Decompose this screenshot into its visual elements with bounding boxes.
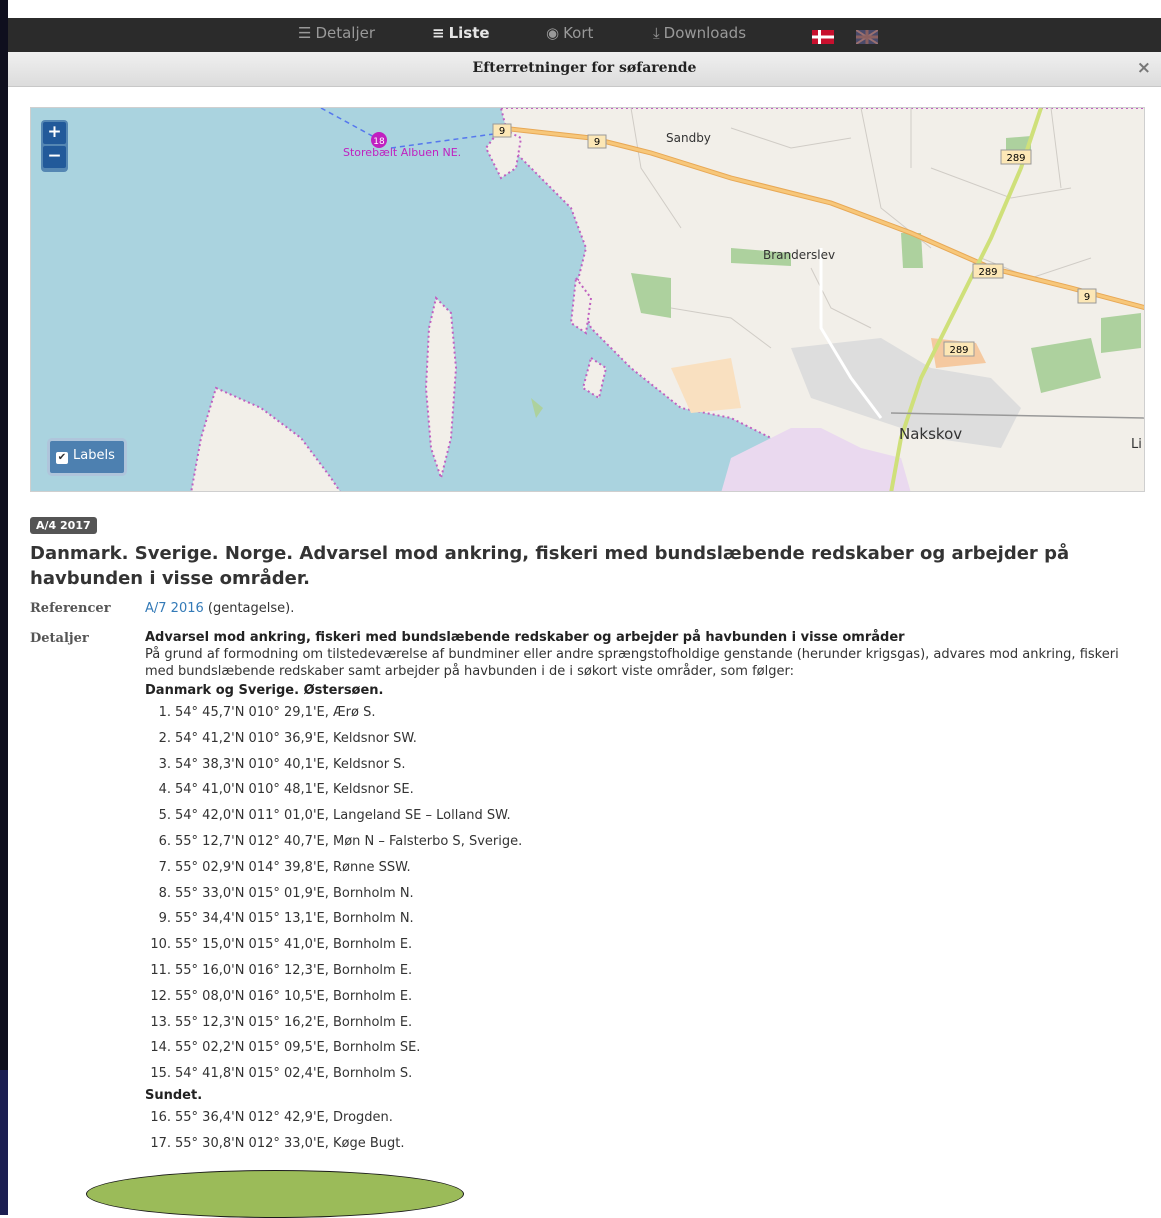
position-item: 14. 55° 02,2'N 015° 09,5'E, Bornholm SE.	[145, 1035, 1135, 1061]
position-number: 3.	[158, 756, 171, 772]
position-item: 12. 55° 08,0'N 016° 10,5'E, Bornholm E.	[145, 984, 1135, 1010]
place-label-branderslev: Branderslev	[763, 248, 835, 262]
position-number: 13.	[150, 1014, 171, 1030]
references-label: Referencer	[30, 601, 111, 616]
position-item: 8. 55° 33,0'N 015° 01,9'E, Bornholm N.	[145, 881, 1135, 907]
zoom-out-button[interactable]: −	[43, 146, 66, 168]
map-view[interactable]: 9 9 289 289 9 289 Sandby Branderslev Nak…	[30, 107, 1145, 492]
place-label-sandby: Sandby	[666, 131, 711, 145]
position-text: 54° 41,8'N 015° 02,4'E, Bornholm S.	[175, 1066, 413, 1082]
close-button[interactable]: ×	[1137, 58, 1151, 78]
notice-id-badge: A/4 2017	[30, 517, 97, 534]
position-item: 10. 55° 15,0'N 015° 41,0'E, Bornholm E.	[145, 932, 1135, 958]
position-item: 2. 54° 41,2'N 010° 36,9'E, Keldsnor SW.	[145, 726, 1135, 752]
list-detail-icon: ☰	[298, 24, 312, 42]
position-item: 6. 55° 12,7'N 012° 40,7'E, Møn N – Falste…	[145, 829, 1135, 855]
position-text: 55° 30,8'N 012° 33,0'E, Køge Bugt.	[175, 1135, 405, 1151]
position-item: 4. 54° 41,0'N 010° 48,1'E, Keldsnor SE.	[145, 777, 1135, 803]
notice-title: Danmark. Sverige. Norge. Advarsel mod an…	[30, 543, 1070, 589]
position-item: 9. 55° 34,4'N 015° 13,1'E, Bornholm N.	[145, 906, 1135, 932]
road-shield: 289	[949, 345, 968, 356]
positions-list: 1. 54° 45,7'N 010° 29,1'E, Ærø S. 2. 54° 41…	[145, 700, 1135, 1087]
position-number: 5.	[158, 808, 171, 824]
zoom-in-button[interactable]: +	[43, 122, 66, 144]
references-value: A/7 2016 (gentagelse).	[145, 601, 295, 616]
position-item: 7. 55° 02,9'N 014° 39,8'E, Rønne SSW.	[145, 855, 1135, 881]
nav-detaljer[interactable]: ☰ Detaljer	[298, 24, 375, 42]
position-text: 55° 34,4'N 015° 13,1'E, Bornholm N.	[175, 911, 414, 927]
position-number: 4.	[158, 782, 171, 798]
position-number: 11.	[150, 962, 171, 978]
position-text: 55° 12,3'N 015° 16,2'E, Bornholm E.	[175, 1014, 413, 1030]
place-label-li: Li	[1131, 437, 1142, 452]
position-text: 55° 12,7'N 012° 40,7'E, Møn N – Falsterb…	[175, 833, 523, 849]
road-shield: 289	[978, 267, 997, 278]
position-number: 8.	[158, 885, 171, 901]
nav-kort[interactable]: ◉ Kort	[546, 24, 593, 42]
left-window-edge	[0, 0, 8, 1215]
position-text: 54° 38,3'N 010° 40,1'E, Keldsnor S.	[175, 756, 406, 772]
details-heading: Advarsel mod ankring, fiskeri med bundsl…	[145, 630, 905, 645]
road-shield: 9	[1084, 292, 1090, 303]
globe-icon: ◉	[546, 24, 560, 42]
position-number: 2.	[158, 730, 171, 746]
details-text: På grund af formodning om tilstedeværels…	[145, 647, 1119, 679]
list-icon: ≡	[432, 24, 445, 42]
position-number: 15.	[150, 1066, 171, 1082]
marker-label: Storebælt Albuen NE.	[343, 146, 461, 159]
road-shield: 9	[499, 126, 505, 137]
position-text: 55° 16,0'N 016° 12,3'E, Bornholm E.	[175, 962, 413, 978]
details-section: Advarsel mod ankring, fiskeri med bundsl…	[145, 629, 1135, 1157]
green-ellipse-overlay	[86, 1170, 464, 1218]
details-label: Detaljer	[30, 631, 89, 646]
position-number: 10.	[150, 937, 171, 953]
area-heading: Danmark og Sverige. Østersøen.	[145, 683, 384, 698]
nav-downloads[interactable]: ⤓ Downloads	[653, 24, 746, 42]
map-canvas[interactable]: 9 9 289 289 9 289 Sandby Branderslev Nak…	[31, 108, 1145, 492]
position-text: 55° 36,4'N 012° 42,9'E, Drogden.	[175, 1109, 393, 1125]
position-text: 55° 02,9'N 014° 39,8'E, Rønne SSW.	[175, 859, 411, 875]
danish-flag-icon[interactable]	[812, 30, 834, 44]
nav-liste[interactable]: ≡ Liste	[432, 24, 490, 42]
reference-link[interactable]: A/7 2016	[145, 601, 204, 616]
place-label-nakskov: Nakskov	[899, 425, 962, 443]
position-number: 14.	[150, 1040, 171, 1056]
checkbox-checked-icon[interactable]: ✔	[56, 452, 68, 464]
modal-header: Efterretninger for søfarende ×	[8, 52, 1161, 87]
position-item: 1. 54° 45,7'N 010° 29,1'E, Ærø S.	[145, 700, 1135, 726]
position-number: 16.	[150, 1109, 171, 1125]
position-number: 6.	[158, 833, 171, 849]
position-text: 55° 08,0'N 016° 10,5'E, Bornholm E.	[175, 988, 413, 1004]
position-item: 5. 54° 42,0'N 011° 01,0'E, Langeland SE –…	[145, 803, 1135, 829]
zoom-control: + −	[41, 120, 68, 172]
position-number: 17.	[150, 1135, 171, 1151]
position-item: 11. 55° 16,0'N 016° 12,3'E, Bornholm E.	[145, 958, 1135, 984]
download-icon: ⤓	[653, 24, 660, 42]
position-item: 16. 55° 36,4'N 012° 42,9'E, Drogden.	[145, 1105, 1135, 1131]
position-text: 55° 15,0'N 015° 41,0'E, Bornholm E.	[175, 937, 413, 953]
uk-flag-icon[interactable]	[856, 30, 878, 44]
left-window-strip	[0, 1070, 8, 1215]
position-number: 1.	[158, 705, 171, 720]
road-shield: 289	[1006, 153, 1025, 164]
position-item: 17. 55° 30,8'N 012° 33,0'E, Køge Bugt.	[145, 1131, 1135, 1157]
position-item: 13. 55° 12,3'N 015° 16,2'E, Bornholm E.	[145, 1010, 1135, 1036]
modal-title: Efterretninger for søfarende	[472, 60, 697, 76]
position-item: 15. 54° 41,8'N 015° 02,4'E, Bornholm S.	[145, 1061, 1135, 1087]
position-text: 55° 33,0'N 015° 01,9'E, Bornholm N.	[175, 885, 414, 901]
position-number: 9.	[158, 911, 171, 927]
area-heading: Sundet.	[145, 1087, 203, 1103]
positions-list: 16. 55° 36,4'N 012° 42,9'E, Drogden. 17. 55…	[145, 1105, 1135, 1157]
labels-toggle[interactable]: ✔ Labels	[47, 438, 127, 476]
position-text: 54° 42,0'N 011° 01,0'E, Langeland SE – L…	[175, 808, 511, 824]
position-text: 54° 41,2'N 010° 36,9'E, Keldsnor SW.	[175, 730, 417, 746]
road-shield: 9	[594, 137, 600, 148]
position-text: 55° 02,2'N 015° 09,5'E, Bornholm SE.	[175, 1040, 421, 1056]
position-number: 12.	[150, 988, 171, 1004]
position-number: 7.	[158, 859, 171, 875]
position-item: 3. 54° 38,3'N 010° 40,1'E, Keldsnor S.	[145, 752, 1135, 778]
position-text: 54° 45,7'N 010° 29,1'E, Ærø S.	[175, 705, 376, 720]
position-text: 54° 41,0'N 010° 48,1'E, Keldsnor SE.	[175, 782, 414, 798]
top-navbar: ☰ Detaljer ≡ Liste ◉ Kort ⤓ Downloads	[8, 18, 1161, 54]
